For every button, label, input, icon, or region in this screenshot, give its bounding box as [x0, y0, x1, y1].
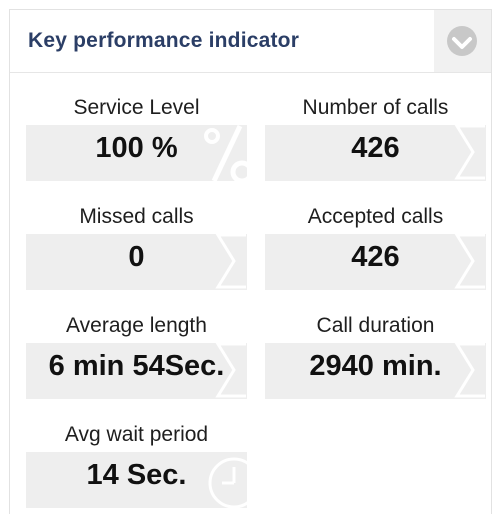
kpi-label: Missed calls [79, 205, 194, 228]
kpi-label: Service Level [73, 96, 200, 119]
kpi-label: Number of calls [302, 96, 449, 119]
widget-title: Key performance indicator [28, 29, 300, 52]
kpi-value: 100 % [95, 132, 178, 164]
kpi-value: 6 min 54Sec. [48, 350, 225, 382]
kpi-label: Accepted calls [307, 205, 444, 228]
kpi-label: Avg wait period [64, 423, 209, 446]
kpi-value: 14 Sec. [86, 459, 187, 491]
kpi-tile-accepted-calls: Accepted calls 426 [265, 201, 486, 290]
kpi-value: 426 [351, 132, 400, 164]
kpi-tile-number-of-calls: Number of calls 426 [265, 92, 486, 181]
kpi-label: Call duration [316, 314, 435, 337]
kpi-tile-call-duration: Call duration 2940 min. [265, 310, 486, 399]
kpi-widget: Key performance indicator Service Level … [9, 9, 492, 514]
kpi-tile-average-length: Average length 6 min 54Sec. [26, 310, 247, 399]
kpi-label: Average length [66, 314, 207, 337]
kpi-value: 426 [351, 241, 400, 273]
kpi-tile-missed-calls: Missed calls 0 [26, 201, 247, 290]
widget-menu-button[interactable] [434, 10, 491, 72]
chevron-down-icon [452, 37, 472, 49]
widget-header: Key performance indicator [10, 10, 491, 73]
kpi-value: 2940 min. [309, 350, 442, 382]
kpi-value: 0 [128, 241, 145, 273]
kpi-tile-service-level: Service Level 100 % [26, 92, 247, 181]
kpi-tile-avg-wait-period: Avg wait period 14 Sec. [26, 419, 247, 508]
